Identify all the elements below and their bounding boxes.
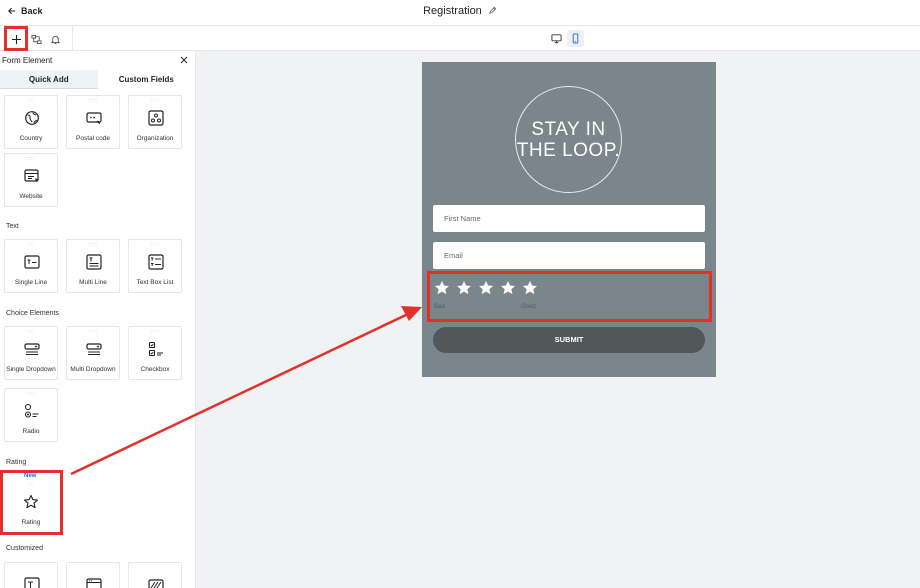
element-label: Website bbox=[19, 193, 43, 200]
element-label: Single Dropdown bbox=[6, 366, 56, 373]
layers-button[interactable] bbox=[26, 29, 46, 49]
element-label: Multi Line bbox=[79, 279, 107, 286]
element-custom-html[interactable] bbox=[128, 562, 182, 588]
multi-line-icon bbox=[86, 254, 102, 270]
toolbar bbox=[0, 26, 920, 51]
element-country[interactable]: :::: Country bbox=[4, 95, 58, 149]
headline-circle: STAY IN THE LOOP. bbox=[515, 86, 622, 193]
pencil-icon[interactable] bbox=[488, 6, 497, 15]
element-single-dropdown[interactable]: :::: Single Dropdown bbox=[4, 326, 58, 380]
element-label: Multi Dropdown bbox=[70, 366, 116, 373]
element-label: Postal code bbox=[76, 135, 110, 142]
mobile-icon bbox=[572, 33, 579, 44]
email-field[interactable]: Email bbox=[433, 242, 705, 269]
single-dropdown-icon bbox=[24, 343, 40, 355]
section-choice: Choice Elements bbox=[6, 310, 59, 317]
close-icon[interactable] bbox=[179, 55, 189, 65]
element-custom-web[interactable] bbox=[66, 562, 120, 588]
element-radio[interactable]: :::: Radio bbox=[4, 388, 58, 442]
tab-quick-add[interactable]: Quick Add bbox=[0, 70, 98, 89]
add-button-highlight bbox=[4, 26, 28, 51]
text-field-icon bbox=[24, 577, 40, 588]
element-label: Single Line bbox=[14, 279, 48, 286]
form-preview[interactable]: STAY IN THE LOOP. First Name Email Bad Go… bbox=[422, 62, 716, 377]
element-custom-text[interactable] bbox=[4, 562, 58, 588]
radio-icon bbox=[24, 403, 39, 418]
element-single-line[interactable]: :::: Single Line bbox=[4, 239, 58, 293]
toolbar-divider bbox=[72, 26, 73, 51]
pattern-icon bbox=[148, 579, 164, 588]
page-title-text: Registration bbox=[423, 5, 482, 17]
notifications-button[interactable] bbox=[45, 29, 65, 49]
headline-line-2: THE LOOP. bbox=[516, 139, 621, 161]
element-postal-code[interactable]: :::: Postal code bbox=[66, 95, 120, 149]
drag-handle-icon[interactable]: :::: bbox=[129, 330, 181, 335]
desktop-view-button[interactable] bbox=[548, 30, 565, 47]
element-checkbox[interactable]: :::: Checkbox bbox=[128, 326, 182, 380]
single-line-icon bbox=[24, 255, 40, 269]
page-title[interactable]: Registration bbox=[0, 5, 920, 17]
multi-dropdown-icon bbox=[86, 343, 102, 355]
form-rating-highlight bbox=[427, 271, 712, 322]
drag-handle-icon[interactable]: :::: bbox=[5, 330, 57, 335]
panel-title: Form Element bbox=[2, 56, 53, 65]
drag-handle-icon[interactable]: :::: bbox=[129, 243, 181, 248]
tab-custom-fields[interactable]: Custom Fields bbox=[97, 70, 195, 89]
drag-handle-icon[interactable]: :::: bbox=[5, 243, 57, 248]
drag-handle-icon[interactable]: :::: bbox=[67, 243, 119, 248]
headline: STAY IN THE LOOP. bbox=[517, 119, 620, 161]
element-label: Checkbox bbox=[140, 366, 170, 373]
element-label: Organization bbox=[136, 135, 174, 142]
website-icon bbox=[24, 169, 39, 183]
drag-handle-icon[interactable]: :::: bbox=[129, 99, 181, 104]
checkbox-icon bbox=[148, 341, 163, 357]
panel-header: Form Element bbox=[0, 51, 195, 70]
bell-icon bbox=[50, 35, 60, 44]
section-customized: Customized bbox=[6, 545, 43, 552]
element-label: Country bbox=[19, 135, 43, 142]
element-text-box-list[interactable]: :::: Text Box List bbox=[128, 239, 182, 293]
element-multi-line[interactable]: :::: Multi Line bbox=[66, 239, 120, 293]
first-name-field[interactable]: First Name bbox=[433, 205, 705, 232]
section-text: Text bbox=[6, 223, 19, 230]
element-organization[interactable]: :::: Organization bbox=[128, 95, 182, 149]
drag-handle-icon[interactable]: :::: bbox=[5, 392, 57, 397]
globe-icon bbox=[25, 111, 39, 125]
browser-icon bbox=[86, 578, 102, 588]
mobile-view-button[interactable] bbox=[567, 30, 584, 47]
organization-icon bbox=[148, 110, 164, 126]
drag-handle-icon[interactable]: :::: bbox=[67, 330, 119, 335]
element-website[interactable]: :::: Website bbox=[4, 153, 58, 207]
drag-handle-icon[interactable]: :::: bbox=[5, 99, 57, 104]
element-label: Text Box List bbox=[136, 279, 174, 286]
rating-element-highlight bbox=[0, 470, 63, 535]
element-multi-dropdown[interactable]: :::: Multi Dropdown bbox=[66, 326, 120, 380]
top-bar: Back Registration bbox=[0, 0, 920, 26]
section-rating: Rating bbox=[6, 459, 27, 466]
desktop-icon bbox=[551, 34, 562, 44]
postal-icon bbox=[86, 112, 102, 125]
drag-handle-icon[interactable]: :::: bbox=[67, 99, 119, 104]
headline-line-1: STAY IN bbox=[531, 118, 606, 140]
layers-icon bbox=[31, 34, 41, 44]
drag-handle-icon[interactable]: :::: bbox=[5, 157, 57, 162]
text-box-list-icon bbox=[148, 254, 164, 270]
submit-button[interactable]: SUBMIT bbox=[433, 327, 705, 353]
element-label: Radio bbox=[22, 428, 40, 435]
panel-tabs: Quick Add Custom Fields bbox=[0, 70, 195, 89]
